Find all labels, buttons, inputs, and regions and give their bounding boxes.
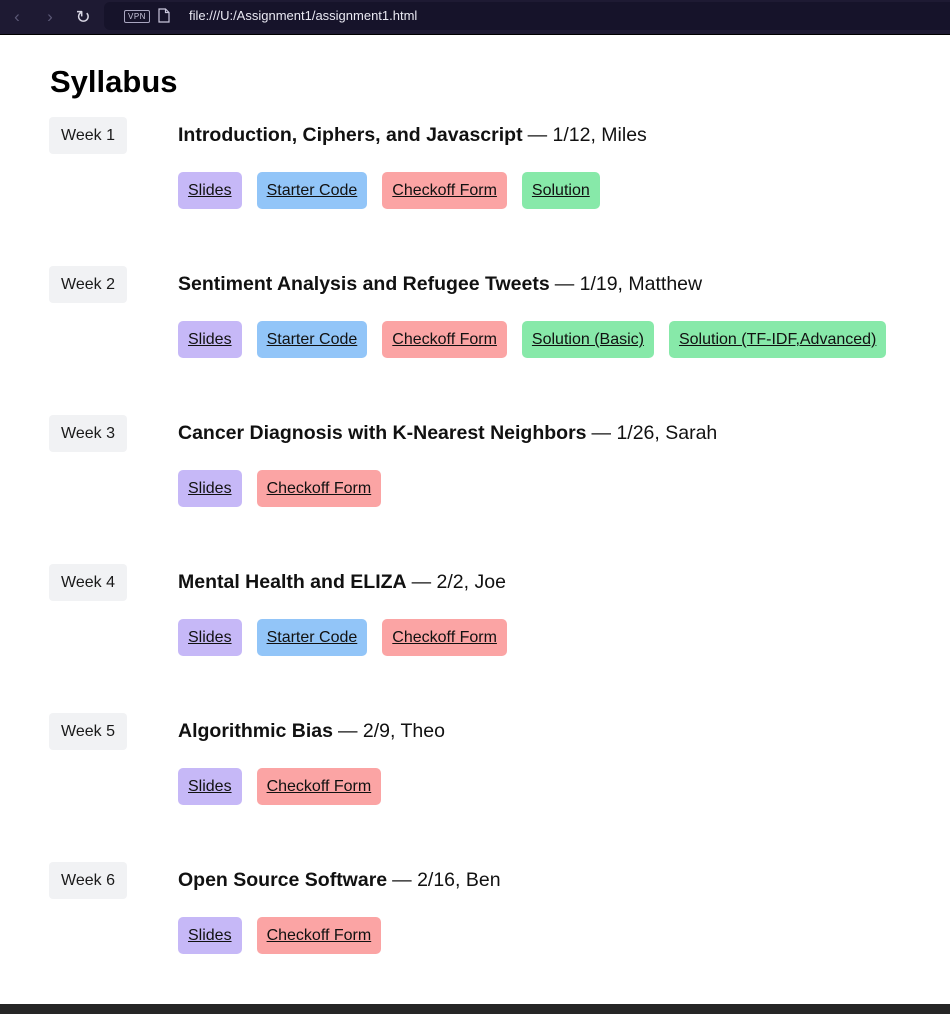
vpn-badge[interactable]: VPN [124, 10, 150, 23]
page-title: Syllabus [50, 64, 178, 99]
slides-link[interactable]: Slides [178, 172, 242, 209]
browser-toolbar: ‹ › ↻ VPN file:///U:/Assignment1/assignm… [0, 0, 950, 35]
week-separator: — [337, 720, 358, 742]
week-links: Slides Starter Code Checkoff Form Solution … [178, 321, 887, 358]
week-row: Week 2 Sentiment Analysis and Refugee Twe… [0, 266, 950, 415]
week-separator: — [554, 273, 575, 295]
week-date-presenter: 2/16, Ben [417, 869, 501, 891]
week-links: Slides Starter Code Checkoff Form Solution [178, 172, 600, 209]
week-topic: Cancer Diagnosis with K-Nearest Neighbor… [178, 422, 587, 444]
syllabus-list: Week 1 Introduction, Ciphers, and Javascr… [0, 117, 950, 1011]
week-date-presenter: 1/12, Miles [552, 124, 647, 146]
week-heading: Algorithmic Bias — 2/9, Theo [178, 719, 445, 743]
week-links: Slides Starter Code Checkoff Form [178, 619, 507, 656]
slides-link[interactable]: Slides [178, 917, 242, 954]
week-badge: Week 2 [49, 266, 127, 303]
week-row: Week 5 Algorithmic Bias — 2/9, Theo Slides C… [0, 713, 950, 862]
week-topic: Open Source Software [178, 869, 388, 891]
taskbar [0, 1004, 950, 1014]
week-heading: Introduction, Ciphers, and Javascript — 1… [178, 123, 647, 147]
checkoff-link[interactable]: Checkoff Form [256, 470, 382, 507]
slides-link[interactable]: Slides [178, 768, 242, 805]
solution-link[interactable]: Solution [521, 172, 600, 209]
week-row: Week 1 Introduction, Ciphers, and Javascr… [0, 117, 950, 266]
address-bar[interactable]: VPN file:///U:/Assignment1/assignment1.h… [104, 2, 950, 30]
url-text[interactable]: file:///U:/Assignment1/assignment1.html [189, 9, 417, 23]
week-date-presenter: 1/19, Matthew [579, 273, 703, 295]
file-icon [158, 8, 170, 23]
week-heading: Open Source Software — 2/16, Ben [178, 868, 501, 892]
week-badge: Week 6 [49, 862, 127, 899]
week-date-presenter: 2/2, Joe [436, 571, 506, 593]
solution-link[interactable]: Solution (Basic) [521, 321, 654, 358]
week-links: Slides Checkoff Form [178, 470, 382, 507]
week-separator: — [527, 124, 548, 146]
week-row: Week 6 Open Source Software — 2/16, Ben Sli… [0, 862, 950, 1011]
week-separator: — [411, 571, 432, 593]
solution-link[interactable]: Solution (TF-IDF,Advanced) [668, 321, 887, 358]
week-badge: Week 1 [49, 117, 127, 154]
week-date-presenter: 2/9, Theo [362, 720, 445, 742]
week-date-presenter: 1/26, Sarah [616, 422, 718, 444]
week-badge: Week 3 [49, 415, 127, 452]
week-topic: Sentiment Analysis and Refugee Tweets [178, 273, 550, 295]
week-topic: Introduction, Ciphers, and Javascript [178, 124, 523, 146]
week-topic: Algorithmic Bias [178, 720, 333, 742]
week-badge: Week 5 [49, 713, 127, 750]
week-heading: Sentiment Analysis and Refugee Tweets — 1… [178, 272, 702, 296]
checkoff-link[interactable]: Checkoff Form [382, 321, 507, 358]
starter-link[interactable]: Starter Code [256, 321, 368, 358]
week-separator: — [392, 869, 412, 891]
starter-link[interactable]: Starter Code [256, 619, 368, 656]
week-links: Slides Checkoff Form [178, 768, 382, 805]
checkoff-link[interactable]: Checkoff Form [382, 172, 507, 209]
week-separator: — [591, 422, 612, 444]
week-topic: Mental Health and ELIZA [178, 571, 407, 593]
chevron-right-icon[interactable]: › [39, 6, 61, 28]
slides-link[interactable]: Slides [178, 619, 242, 656]
slides-link[interactable]: Slides [178, 321, 242, 358]
checkoff-link[interactable]: Checkoff Form [256, 768, 382, 805]
week-badge: Week 4 [49, 564, 127, 601]
week-heading: Mental Health and ELIZA — 2/2, Joe [178, 570, 506, 594]
reload-icon[interactable]: ↻ [72, 6, 94, 28]
week-links: Slides Checkoff Form [178, 917, 382, 954]
week-row: Week 4 Mental Health and ELIZA — 2/2, Joe S… [0, 564, 950, 713]
starter-link[interactable]: Starter Code [256, 172, 368, 209]
week-heading: Cancer Diagnosis with K-Nearest Neighbor… [178, 421, 717, 445]
week-row: Week 3 Cancer Diagnosis with K-Nearest Ne… [0, 415, 950, 564]
chevron-left-icon[interactable]: ‹ [6, 6, 28, 28]
checkoff-link[interactable]: Checkoff Form [256, 917, 382, 954]
slides-link[interactable]: Slides [178, 470, 242, 507]
checkoff-link[interactable]: Checkoff Form [382, 619, 507, 656]
